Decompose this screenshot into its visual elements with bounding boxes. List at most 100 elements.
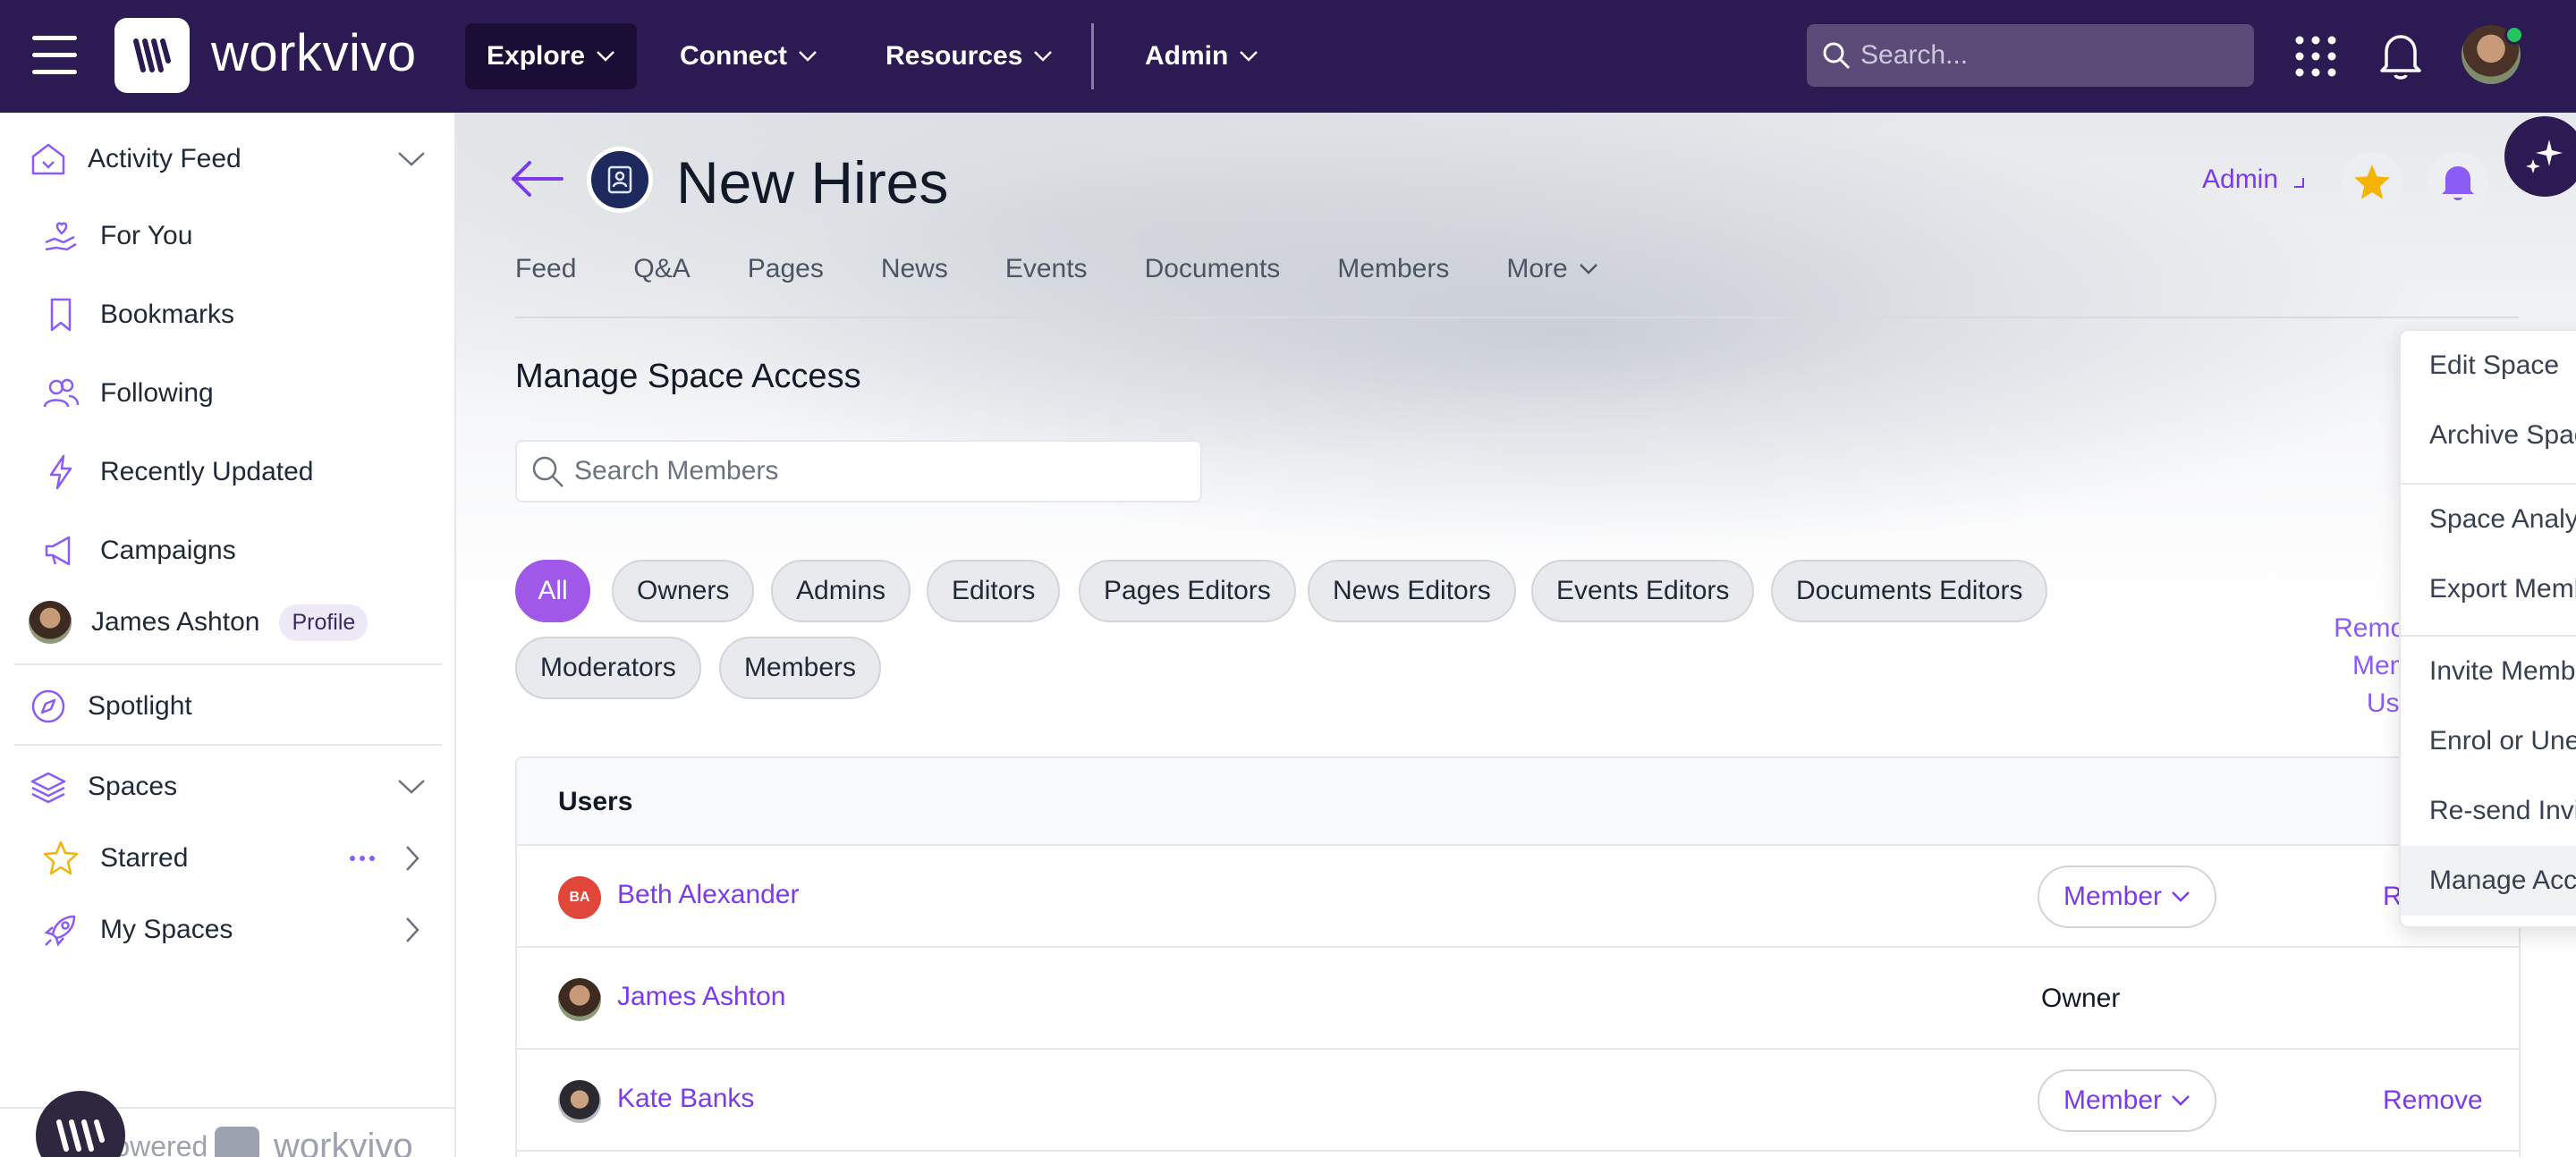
menu-item-manage-access[interactable]: Manage Access — [2401, 846, 2576, 916]
bookmark-icon — [39, 293, 82, 336]
filter-chip-pages-editors[interactable]: Pages Editors — [1079, 560, 1296, 622]
star-icon — [2354, 165, 2390, 199]
ai-assistant-button[interactable] — [2504, 116, 2576, 197]
back-arrow-icon[interactable] — [510, 159, 564, 198]
table-row: James Ashton Owner — [517, 948, 2519, 1050]
chevron-down-icon — [1240, 51, 1258, 62]
table-row: BA Beth Alexander Member Remove — [517, 846, 2519, 948]
role-select[interactable]: Member — [2038, 1069, 2216, 1132]
filter-chip-news-editors[interactable]: News Editors — [1308, 560, 1516, 622]
tab-qa[interactable]: Q&A — [633, 254, 690, 284]
filter-chip-events-editors[interactable]: Events Editors — [1531, 560, 1755, 622]
chevron-right-icon[interactable] — [404, 916, 420, 943]
user-name-link[interactable]: Beth Alexander — [617, 880, 799, 910]
space-notifications-button[interactable] — [2428, 152, 2488, 213]
nav-explore[interactable]: Explore — [465, 23, 638, 89]
filter-chip-editors[interactable]: Editors — [927, 560, 1061, 622]
user-name-link[interactable]: James Ashton — [617, 982, 785, 1012]
top-navigation-bar: workvivo Explore Connect Resources Admin — [0, 0, 2576, 113]
sidebar-divider — [14, 744, 442, 746]
space-tabs: Feed Q&A Pages News Events Documents Mem… — [515, 254, 1598, 284]
user-avatar — [558, 978, 601, 1021]
chevron-right-icon[interactable] — [404, 845, 420, 872]
nav-resources-label: Resources — [886, 41, 1023, 71]
star-icon — [39, 837, 82, 880]
chevron-down-icon[interactable] — [397, 779, 426, 795]
global-search[interactable] — [1807, 24, 2254, 87]
filter-chip-all[interactable]: All — [515, 560, 590, 622]
space-avatar-icon — [587, 147, 653, 213]
sidebar-item-label: My Spaces — [100, 915, 233, 944]
global-search-input[interactable] — [1860, 40, 2236, 71]
brand-name[interactable]: workvivo — [211, 23, 417, 83]
nav-admin[interactable]: Admin — [1123, 23, 1280, 89]
table-row: Kate Banks Member Remove — [517, 1050, 2519, 1152]
menu-item-space-analytics[interactable]: Space Analytics — [2401, 485, 2576, 554]
nav-resources[interactable]: Resources — [864, 23, 1074, 89]
user-name-link[interactable]: Kate Banks — [617, 1084, 754, 1114]
filter-chip-moderators[interactable]: Moderators — [515, 637, 701, 699]
tab-more-label: More — [1506, 254, 1568, 283]
menu-item-export-members[interactable]: Export Members — [2401, 554, 2576, 624]
chevron-down-icon[interactable] — [397, 151, 426, 167]
tab-news[interactable]: News — [881, 254, 948, 284]
rocket-icon — [39, 908, 82, 951]
table-header: Users — [517, 758, 2519, 846]
bell-icon — [2442, 166, 2474, 200]
nav-connect[interactable]: Connect — [658, 23, 839, 89]
filter-chip-admins[interactable]: Admins — [771, 560, 911, 622]
sidebar-item-label: Recently Updated — [100, 457, 314, 486]
filter-chip-members[interactable]: Members — [719, 637, 882, 699]
hamburger-menu-icon[interactable] — [32, 36, 77, 75]
favorite-star-button[interactable] — [2342, 152, 2402, 213]
tab-events[interactable]: Events — [1005, 254, 1088, 284]
search-icon — [532, 456, 564, 487]
nav-admin-label: Admin — [1145, 41, 1229, 71]
sidebar-item-bookmarks[interactable]: Bookmarks — [39, 293, 234, 336]
sidebar-item-label: Campaigns — [100, 536, 236, 565]
member-search-input[interactable] — [574, 456, 1182, 486]
sidebar-item-my-spaces[interactable]: My Spaces — [39, 908, 438, 951]
filter-chip-documents-editors[interactable]: Documents Editors — [1771, 560, 2048, 622]
workvivo-logo-icon[interactable] — [114, 18, 190, 93]
tab-pages[interactable]: Pages — [748, 254, 824, 284]
menu-item-archive-space[interactable]: Archive Space — [2401, 401, 2576, 470]
member-search[interactable] — [515, 440, 1202, 502]
sidebar-item-campaigns[interactable]: Campaigns — [39, 529, 236, 572]
sidebar-item-activity-feed[interactable]: Activity Feed — [27, 138, 438, 181]
sidebar-item-spotlight[interactable]: Spotlight — [27, 685, 192, 728]
tab-feed[interactable]: Feed — [515, 254, 576, 284]
chevron-down-icon — [2172, 1095, 2190, 1106]
space-admin-menu-button[interactable]: Admin — [2202, 165, 2305, 195]
sidebar-item-label: Starred — [100, 843, 189, 873]
sidebar-item-starred[interactable]: Starred — [39, 837, 438, 880]
filter-chip-owners[interactable]: Owners — [612, 560, 755, 622]
tab-documents[interactable]: Documents — [1145, 254, 1281, 284]
apps-grid-icon[interactable] — [2295, 36, 2336, 77]
tab-more[interactable]: More — [1506, 254, 1597, 284]
remove-member-link[interactable]: Remove — [2383, 1085, 2483, 1116]
menu-item-resend-invites[interactable]: Re-send Invites — [2401, 776, 2576, 846]
menu-item-invite-members[interactable]: Invite Members — [2401, 637, 2576, 706]
notifications-bell-icon[interactable] — [2377, 30, 2424, 80]
sidebar-item-label: For You — [100, 221, 193, 250]
lightning-icon — [39, 451, 82, 494]
sidebar-item-recently-updated[interactable]: Recently Updated — [39, 451, 313, 494]
profile-name: James Ashton — [91, 607, 260, 637]
sidebar-item-following[interactable]: Following — [39, 372, 214, 415]
sidebar-item-spaces[interactable]: Spaces — [27, 765, 438, 808]
tabs-divider — [515, 317, 2519, 318]
hand-heart-icon — [39, 215, 82, 258]
sidebar-item-label: Following — [100, 378, 214, 408]
menu-item-enrol-unenrol-members[interactable]: Enrol or Unenrol Members — [2401, 706, 2576, 776]
powered-brand: workvivo — [274, 1127, 413, 1157]
chevron-down-icon — [799, 51, 817, 62]
sidebar-item-for-you[interactable]: For You — [39, 215, 192, 258]
tab-members[interactable]: Members — [1337, 254, 1449, 284]
sidebar-item-profile[interactable]: James Ashton Profile — [29, 601, 369, 644]
menu-item-edit-space[interactable]: Edit Space — [2401, 331, 2576, 401]
megaphone-icon — [39, 529, 82, 572]
table-header-users: Users — [558, 787, 633, 816]
role-select[interactable]: Member — [2038, 866, 2216, 928]
more-dots-icon[interactable] — [349, 855, 376, 862]
